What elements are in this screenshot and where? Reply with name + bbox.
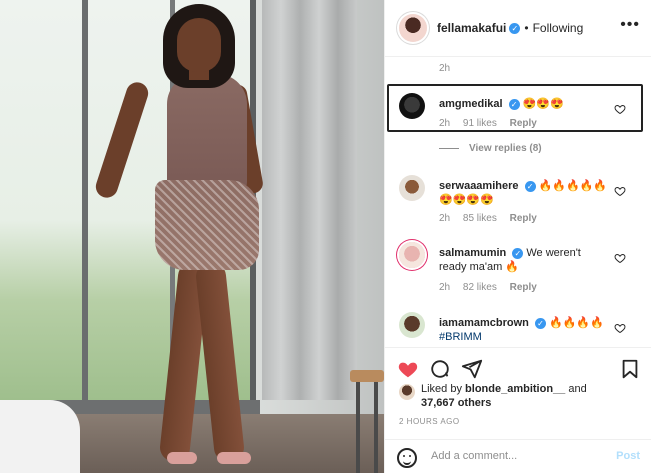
author-username[interactable]: fellamakafui (437, 21, 506, 35)
likes-text: Liked by blonde_ambition__ and 37,667 ot… (421, 382, 587, 410)
caption-timestamp: 2h (439, 63, 451, 74)
photo-person (92, 0, 275, 473)
reply-button[interactable]: Reply (510, 213, 537, 224)
comment-username[interactable]: amgmedikal (439, 98, 503, 110)
view-replies-label: View replies (8) (469, 143, 542, 154)
likes-and: and (568, 383, 587, 395)
comment-like-icon[interactable] (614, 252, 626, 264)
comment-like-icon[interactable] (614, 185, 626, 197)
post-timestamp: 2 HOURS AGO (399, 417, 460, 426)
replies-line (439, 147, 459, 149)
likes-count[interactable]: 37,667 others (421, 397, 491, 409)
follow-status-button[interactable]: Following (533, 21, 584, 35)
comment-icon[interactable] (429, 358, 451, 380)
post-photo[interactable] (0, 0, 384, 473)
comment-time: 2h (439, 118, 451, 129)
comment-avatar[interactable] (399, 242, 425, 268)
comment-avatar[interactable] (399, 312, 425, 338)
photo-curtain (262, 0, 357, 400)
reply-button[interactable]: Reply (510, 282, 537, 293)
photo-chair (350, 370, 384, 473)
comment-like-icon[interactable] (614, 103, 626, 115)
emoji-icon[interactable] (397, 448, 417, 468)
header-separator: • (524, 21, 529, 35)
comment-username[interactable]: iamamamcbrown (439, 317, 529, 329)
likes-summary: Liked by blonde_ambition__ and 37,667 ot… (399, 382, 649, 412)
post-sidebar: fellamakafui ✓ • Following ••• 2h amgmed… (384, 0, 651, 473)
verified-check-icon: ✓ (512, 247, 524, 259)
comment-meta: 2h 85 likes Reply (439, 213, 547, 224)
heart-filled-icon[interactable] (397, 358, 419, 380)
comment-text: amgmedikal ✓ 😍😍😍 (439, 97, 609, 111)
share-icon[interactable] (461, 358, 483, 380)
add-comment-input[interactable] (429, 449, 603, 463)
comment-meta: 2h 91 likes Reply (439, 118, 547, 129)
post-comment-button[interactable]: Post (616, 450, 640, 462)
comment-text: iamamamcbrown ✓ 🔥🔥🔥🔥 #BRIMM (439, 316, 609, 344)
comment-body: 😍😍😍 (522, 98, 564, 110)
reply-button[interactable]: Reply (510, 118, 537, 129)
comments-list[interactable]: 2h amgmedikal ✓ 😍😍😍 2h 91 likes Reply Vi… (385, 57, 651, 347)
comment-avatar[interactable] (399, 175, 425, 201)
comment-meta: 2h 82 likes Reply (439, 282, 547, 293)
verified-check-icon: ✓ (524, 180, 536, 192)
view-replies-button[interactable]: View replies (8) (439, 143, 542, 154)
post-header: fellamakafui ✓ • Following ••• (385, 0, 651, 57)
bookmark-icon[interactable] (619, 358, 641, 380)
comment-like-icon[interactable] (614, 322, 626, 334)
photo-window-frame (82, 0, 88, 400)
liker-avatar[interactable] (399, 384, 415, 400)
more-horizontal-icon[interactable]: ••• (620, 16, 640, 34)
comment-username[interactable]: salmamumin (439, 247, 506, 259)
photo-bedding (0, 400, 80, 473)
likes-prefix: Liked by (421, 383, 462, 395)
comment-likes[interactable]: 91 likes (463, 118, 497, 129)
add-comment-bar: Post (385, 439, 651, 474)
comment-username[interactable]: serwaaamihere (439, 180, 519, 192)
verified-check-icon: ✓ (509, 22, 521, 34)
liker-username[interactable]: blonde_ambition__ (465, 383, 565, 395)
author-avatar[interactable] (399, 14, 427, 42)
comment-likes[interactable]: 85 likes (463, 213, 497, 224)
comment-likes[interactable]: 82 likes (463, 282, 497, 293)
verified-check-icon: ✓ (534, 317, 546, 329)
instagram-post: fellamakafui ✓ • Following ••• 2h amgmed… (0, 0, 651, 473)
comment-time: 2h (439, 282, 451, 293)
comment-text: serwaaamihere ✓ 🔥🔥🔥🔥🔥 😍😍😍😍 (439, 179, 609, 207)
comment-avatar[interactable] (399, 93, 425, 119)
comment-time: 2h (439, 213, 451, 224)
verified-check-icon: ✓ (508, 98, 520, 110)
comment-text: salmamumin ✓ We weren't ready ma'am 🔥 (439, 246, 609, 274)
